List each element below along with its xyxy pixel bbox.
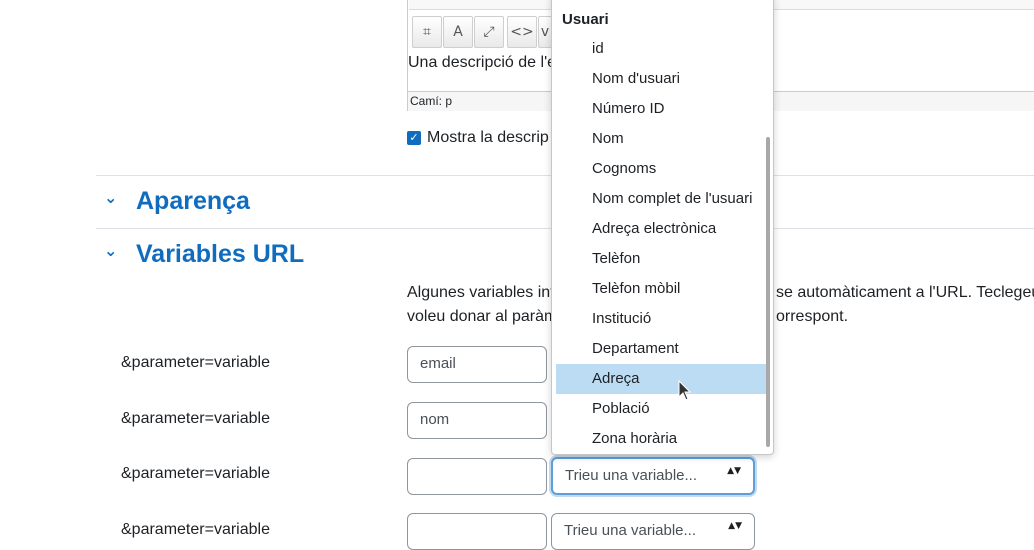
spellcheck-icon[interactable]: A	[443, 16, 473, 48]
variable-dropdown-list[interactable]: Usuari id Nom d'usuari Número ID Nom Cog…	[551, 0, 774, 455]
param-input[interactable]	[407, 458, 547, 495]
dropdown-option[interactable]: Zona horària	[556, 424, 770, 454]
dropdown-option[interactable]: Nom	[556, 124, 770, 154]
variable-select[interactable]: Trieu una variable... ▲▼	[551, 457, 755, 495]
dropdown-option-hovered[interactable]: Adreça	[556, 364, 770, 394]
dropdown-option[interactable]: Telèfon mòbil	[556, 274, 770, 304]
section-url-variables-title[interactable]: Variables URL	[136, 240, 304, 269]
sort-arrows-icon: ▲▼	[728, 521, 742, 531]
display-description-checkbox[interactable]: ✓	[407, 131, 421, 145]
dropdown-option[interactable]: Adreça electrònica	[556, 214, 770, 244]
param-label: &parameter=variable	[121, 465, 270, 482]
sort-arrows-icon: ▲▼	[727, 466, 741, 476]
param-label: &parameter=variable	[121, 410, 270, 427]
more-icon[interactable]: v	[538, 16, 552, 48]
section-appearance-title[interactable]: Aparença	[136, 187, 250, 216]
dropdown-option[interactable]: Departament	[556, 334, 770, 364]
param-input[interactable]	[407, 513, 547, 550]
dropdown-group-label: Usuari	[562, 11, 609, 28]
code-icon[interactable]: <>	[507, 16, 537, 48]
param-input[interactable]: nom	[407, 402, 547, 439]
url-variables-desc-line1-left: Algunes variables int	[407, 284, 555, 301]
chevron-down-icon[interactable]: ⌄	[104, 241, 117, 260]
mouse-cursor-icon	[678, 380, 692, 401]
dropdown-option[interactable]: Telèfon	[556, 244, 770, 274]
fullscreen-icon[interactable]: ⤢	[474, 16, 504, 48]
dropdown-scrollbar[interactable]	[766, 137, 770, 447]
url-variables-desc-line1-right: se automàticament a l'URL. Teclegeu	[776, 284, 1034, 301]
dropdown-option[interactable]: Població	[556, 394, 770, 424]
display-description-label: Mostra la descrip	[427, 129, 549, 146]
check-icon: ✓	[409, 131, 419, 144]
variable-select-value: Trieu una variable...	[564, 522, 697, 539]
dropdown-option[interactable]: Número ID	[556, 94, 770, 124]
param-input[interactable]: email	[407, 346, 547, 383]
editor-content[interactable]: Una descripció de l'e	[408, 54, 556, 72]
search-replace-icon[interactable]: ⌗	[412, 16, 442, 48]
url-variables-desc-line2-left: voleu donar al paràm	[407, 308, 558, 325]
variable-select[interactable]: Trieu una variable... ▲▼	[551, 513, 755, 550]
variable-select-value: Trieu una variable...	[565, 467, 698, 484]
param-label: &parameter=variable	[121, 521, 270, 538]
url-variables-desc-line2-right: orrespont.	[776, 308, 849, 325]
dropdown-option[interactable]: Institució	[556, 304, 770, 334]
param-label: &parameter=variable	[121, 354, 270, 371]
chevron-down-icon[interactable]: ⌄	[104, 188, 117, 207]
dropdown-option[interactable]: Nom d'usuari	[556, 64, 770, 94]
dropdown-option[interactable]: id	[556, 34, 770, 64]
dropdown-option[interactable]: Cognoms	[556, 154, 770, 184]
dropdown-option[interactable]: Nom complet de l'usuari	[556, 184, 770, 214]
